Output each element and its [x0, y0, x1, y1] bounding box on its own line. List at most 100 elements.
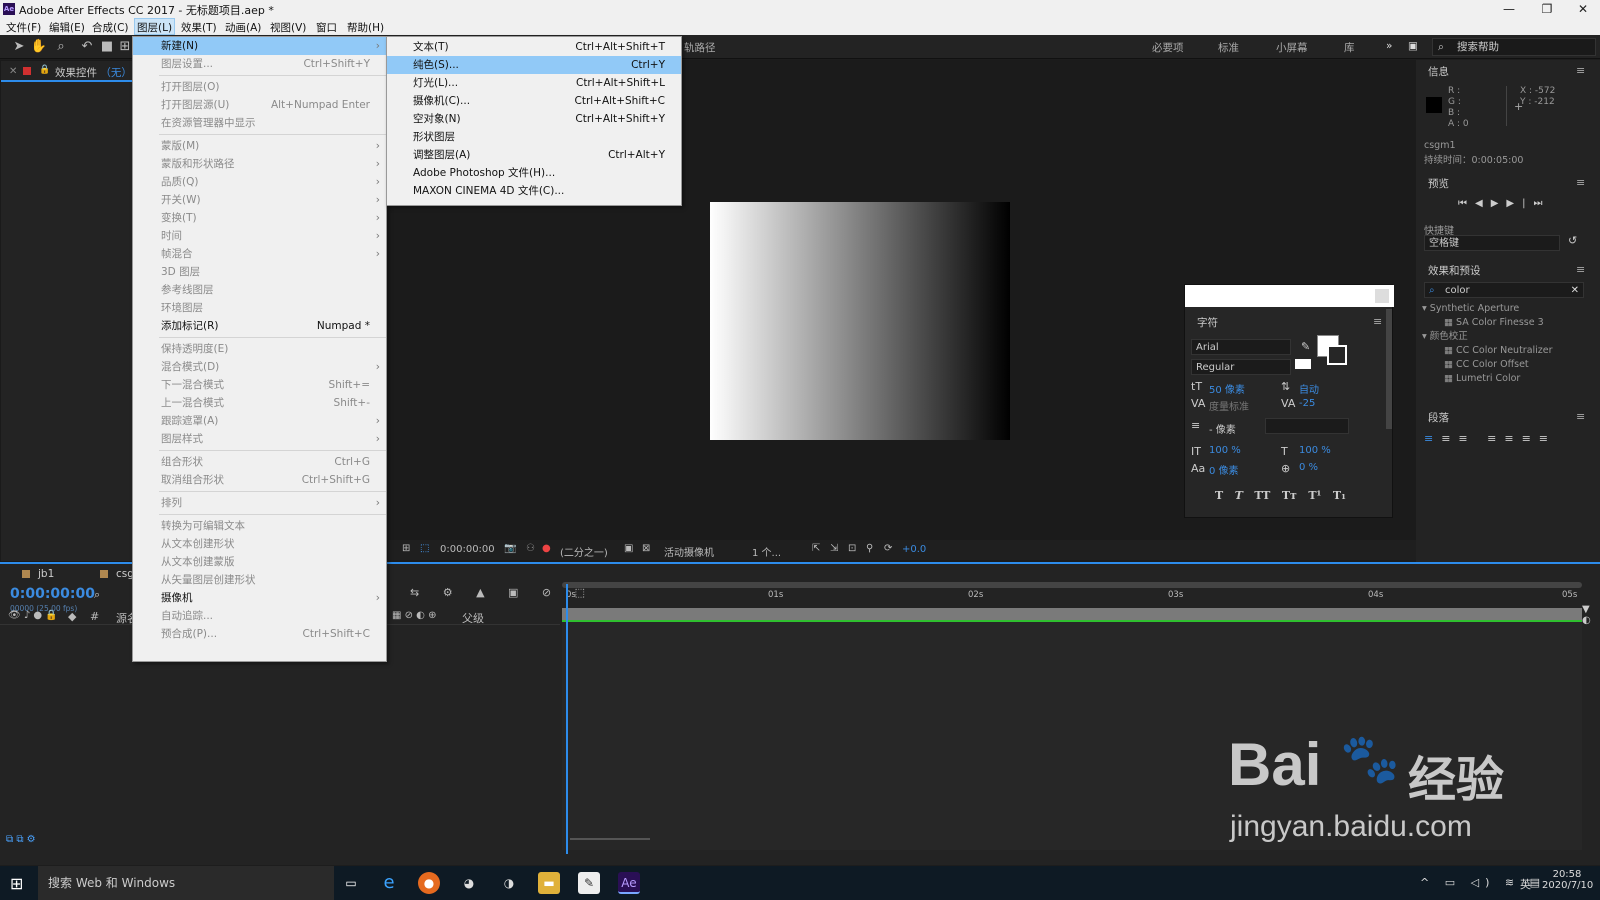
- pixel-aspect-icon[interactable]: ⇱: [812, 543, 820, 554]
- layer-menu-item[interactable]: 取消组合形状 Ctrl+Shift+G: [133, 471, 386, 489]
- paint-icon[interactable]: ✎: [578, 872, 600, 894]
- tsume-value[interactable]: 0 %: [1299, 462, 1318, 473]
- layer-menu-item[interactable]: 打开图层源(U) Alt+Numpad Enter: [133, 96, 386, 114]
- time-navigator[interactable]: [562, 582, 1582, 588]
- info-menu-icon[interactable]: ≡: [1576, 64, 1585, 77]
- font-style-select[interactable]: Regular: [1191, 359, 1291, 375]
- rotate-tool-icon[interactable]: ↶: [78, 38, 96, 56]
- grid-toggle-icon[interactable]: ⊞: [402, 543, 410, 554]
- snapshot-icon[interactable]: 📷: [504, 543, 516, 554]
- workspace-essentials[interactable]: 必要项: [1152, 40, 1184, 55]
- app-icon-4[interactable]: ◑: [498, 872, 520, 894]
- workspace-library[interactable]: 库: [1344, 40, 1355, 55]
- search-help-input[interactable]: ⌕ 搜索帮助: [1432, 38, 1596, 56]
- workspace-standard[interactable]: 标准: [1218, 40, 1239, 55]
- layer-menu-item[interactable]: 3D 图层: [133, 263, 386, 281]
- layer-menu-item[interactable]: 蒙版和形状路径 ›: [133, 155, 386, 173]
- time-ruler[interactable]: 0s 01s 02s 03s 04s 05s: [562, 590, 1582, 606]
- layer-menu-item[interactable]: 蒙版(M) ›: [133, 137, 386, 155]
- new-submenu-item[interactable]: MAXON CINEMA 4D 文件(C)...: [387, 182, 681, 200]
- camera-view-select[interactable]: 活动摄像机: [664, 544, 714, 559]
- faux-bold-button[interactable]: T: [1215, 489, 1223, 502]
- stroke-style-select[interactable]: [1265, 418, 1349, 434]
- paragraph-align-buttons[interactable]: ≡≡≡ ≡≡≡≡: [1424, 432, 1556, 445]
- menu-window[interactable]: 窗口: [316, 20, 337, 35]
- layer-menu-item[interactable]: 排列 ›: [133, 494, 386, 512]
- gradient-solid-layer[interactable]: [710, 202, 1010, 440]
- layer-menu-item[interactable]: 上一混合模式 Shift+-: [133, 394, 386, 412]
- zoom-tool-icon[interactable]: ⌕: [52, 38, 70, 56]
- menu-effect[interactable]: 效果(T): [181, 20, 217, 35]
- close-panel-icon[interactable]: ✕: [9, 66, 17, 77]
- comp-tab-jb1[interactable]: jb1: [38, 568, 54, 580]
- menu-file[interactable]: 文件(F): [6, 20, 41, 35]
- clear-search-icon[interactable]: ✕: [1571, 283, 1579, 298]
- layer-menu-item[interactable]: 从文本创建蒙版: [133, 553, 386, 571]
- camera-tool-icon[interactable]: ■: [98, 38, 116, 56]
- layer-switch-icons[interactable]: 👁 ♪ ● 🔒: [8, 610, 58, 621]
- layer-menu-item[interactable]: 变换(T) ›: [133, 209, 386, 227]
- work-area-bar[interactable]: [562, 608, 1582, 620]
- layer-menu-item[interactable]: 预合成(P)... Ctrl+Shift+C: [133, 625, 386, 643]
- flowchart-icon[interactable]: ⚲: [866, 543, 873, 554]
- stroke-width-value[interactable]: - 像素: [1209, 421, 1236, 436]
- paragraph-menu-icon[interactable]: ≡: [1576, 410, 1585, 423]
- reset-icon[interactable]: ↺: [1568, 234, 1577, 247]
- effect-item[interactable]: ▦ Lumetri Color: [1422, 372, 1553, 386]
- shortcut-select[interactable]: 空格键: [1424, 235, 1560, 251]
- windows-start-icon[interactable]: ⊞: [10, 874, 23, 893]
- layer-menu-item[interactable]: 混合模式(D) ›: [133, 358, 386, 376]
- app-icon-3[interactable]: ◕: [458, 872, 480, 894]
- layer-menu-item[interactable]: 添加标记(R) Numpad *: [133, 317, 386, 335]
- vertical-scale-value[interactable]: 100 %: [1209, 445, 1241, 456]
- exposure-value[interactable]: +0.0: [902, 544, 926, 555]
- subscript-button[interactable]: T₁: [1333, 489, 1346, 502]
- effects-search-input[interactable]: ⌕ color ✕: [1424, 282, 1584, 298]
- layer-menu-item[interactable]: 从文本创建形状: [133, 535, 386, 553]
- layer-menu-item[interactable]: 打开图层(O): [133, 78, 386, 96]
- after-effects-taskbar-icon[interactable]: Ae: [618, 872, 640, 894]
- panel-close-box[interactable]: [1375, 289, 1389, 303]
- layer-menu-item[interactable]: 品质(Q) ›: [133, 173, 386, 191]
- switches-header[interactable]: ▦ ⊘ ◐ ⊕: [392, 610, 436, 621]
- faux-italic-button[interactable]: T: [1235, 489, 1243, 502]
- minimize-button[interactable]: —: [1492, 0, 1526, 18]
- all-caps-button[interactable]: TT: [1254, 489, 1270, 502]
- file-explorer-icon[interactable]: ▬: [538, 872, 560, 894]
- zoom-slider[interactable]: [570, 838, 650, 840]
- new-submenu-item[interactable]: Adobe Photoshop 文件(H)...: [387, 164, 681, 182]
- menu-view[interactable]: 视图(V): [270, 20, 306, 35]
- menu-composition[interactable]: 合成(C): [92, 20, 129, 35]
- taskbar-search-input[interactable]: 搜索 Web 和 Windows: [38, 866, 334, 900]
- task-view-icon[interactable]: ▭: [340, 872, 362, 894]
- more-workspaces-icon[interactable]: »: [1386, 40, 1392, 52]
- timeline-footer-icons[interactable]: ⧉ ⧉ ⚙: [0, 834, 60, 850]
- next-frame-icon[interactable]: ▶|: [1506, 198, 1533, 209]
- layer-menu-item[interactable]: 自动追踪...: [133, 607, 386, 625]
- show-snapshot-icon[interactable]: ⚇: [526, 543, 535, 554]
- menu-animation[interactable]: 动画(A): [225, 20, 261, 35]
- new-submenu-item[interactable]: 调整图层(A) Ctrl+Alt+Y: [387, 146, 681, 164]
- layer-menu-item[interactable]: 时间 ›: [133, 227, 386, 245]
- fast-preview-icon[interactable]: ⇲: [830, 543, 838, 554]
- effect-item[interactable]: ▦ SA Color Finesse 3: [1422, 316, 1553, 330]
- font-size-value[interactable]: 50 像素: [1209, 381, 1245, 396]
- timeline-icon[interactable]: ⊡: [848, 543, 856, 554]
- effects-menu-icon[interactable]: ≡: [1576, 263, 1585, 276]
- view-layout-select[interactable]: 1 个...: [752, 544, 781, 559]
- horizontal-scale-value[interactable]: 100 %: [1299, 445, 1331, 456]
- layer-menu-item[interactable]: 摄像机 ›: [133, 589, 386, 607]
- character-panel-scrollbar[interactable]: [1386, 309, 1392, 429]
- ime-indicator[interactable]: 英: [1520, 876, 1531, 892]
- layer-menu-item[interactable]: 组合形状 Ctrl+G: [133, 453, 386, 471]
- effects-group[interactable]: ▾ 颜色校正: [1422, 330, 1553, 344]
- effects-group[interactable]: ▾ Synthetic Aperture: [1422, 302, 1553, 316]
- hand-tool-icon[interactable]: ✋: [30, 38, 48, 56]
- preview-menu-icon[interactable]: ≡: [1576, 176, 1585, 189]
- mask-toggle-icon[interactable]: ⬚: [420, 543, 429, 554]
- layer-menu-item[interactable]: 下一混合模式 Shift+=: [133, 376, 386, 394]
- taskbar-clock[interactable]: 20:58 2020/7/10: [1542, 869, 1593, 891]
- layer-menu-item[interactable]: 环境图层: [133, 299, 386, 317]
- first-frame-icon[interactable]: ⏮: [1458, 198, 1475, 209]
- panel-toggle-icon[interactable]: ▣: [1408, 40, 1418, 52]
